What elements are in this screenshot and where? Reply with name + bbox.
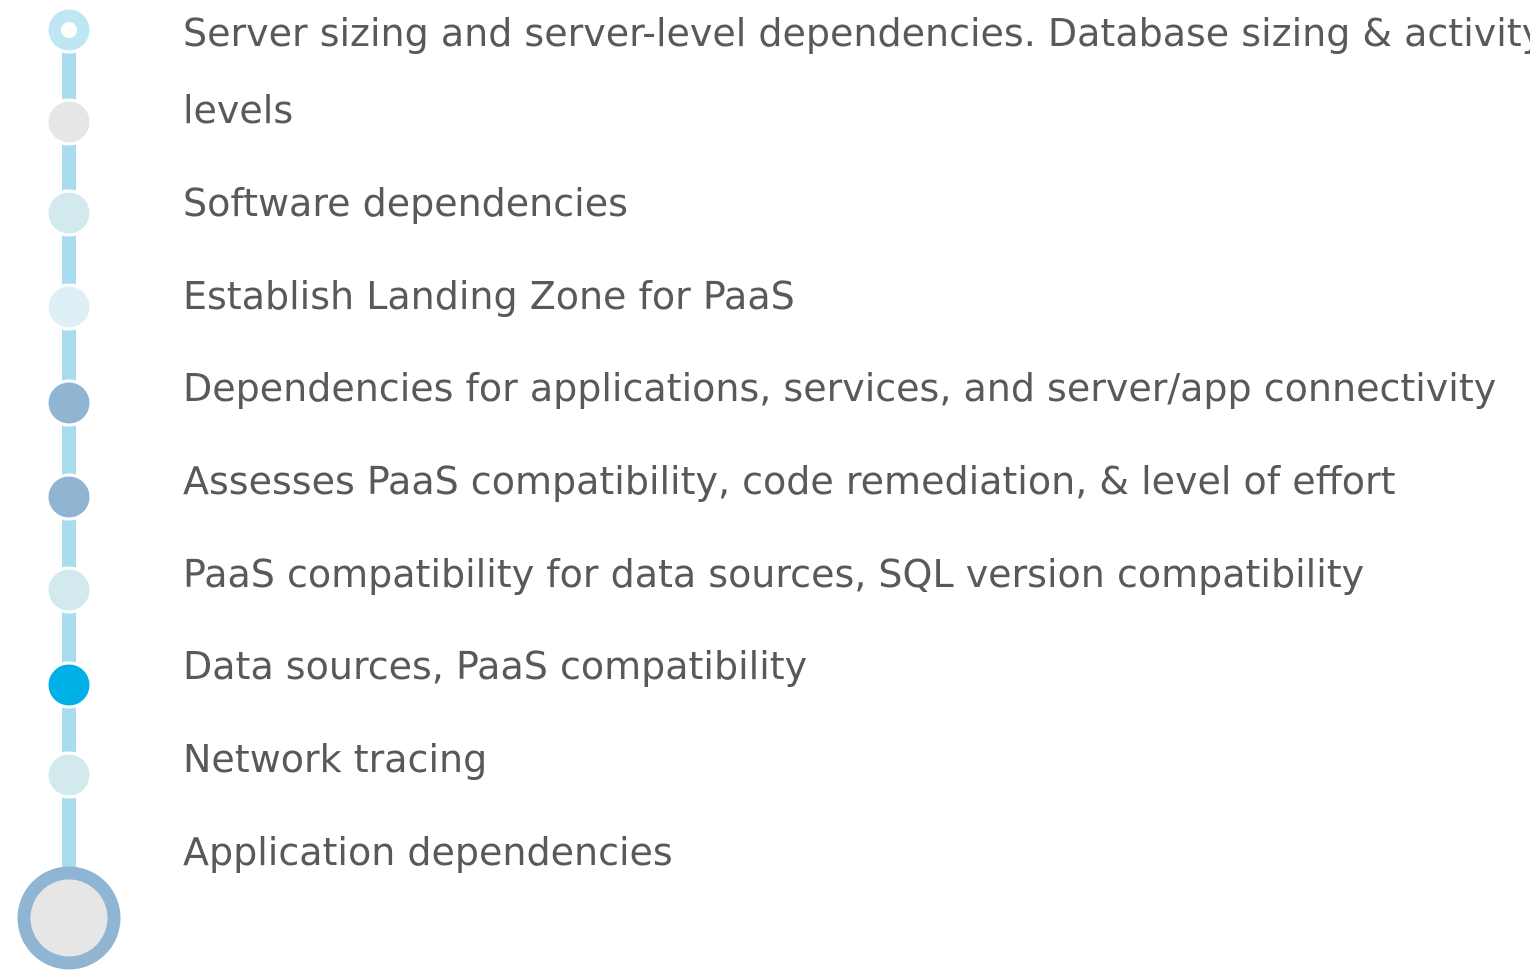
item-6-text: PaaS compatibility for data sources, SQL… [183,552,1365,596]
timeline-node-5 [45,379,93,427]
timeline-node-3 [45,189,93,237]
item-4-text: Dependencies for applications, services,… [183,366,1497,410]
timeline-node-9 [45,751,93,799]
item-2-text: Software dependencies [183,181,628,225]
timeline-node-6 [45,473,93,521]
item-8-text: Network tracing [183,737,488,781]
item-7-text: Data sources, PaaS compatibility [183,644,808,688]
item-9-text: Application dependencies [183,830,673,874]
timeline-node-1-dot [61,22,77,38]
timeline-node-7 [45,566,93,614]
item-1-text-continued: levels [183,88,294,132]
item-5-text: Assesses PaaS compatibility, code remedi… [183,459,1396,503]
timeline-node-2 [45,98,93,146]
item-3-text: Establish Landing Zone for PaaS [183,274,795,318]
timeline-node-4 [45,283,93,331]
timeline-end-node [17,866,121,970]
timeline-node-8 [45,661,93,709]
item-1-text: Server sizing and server-level dependenc… [183,11,1530,55]
